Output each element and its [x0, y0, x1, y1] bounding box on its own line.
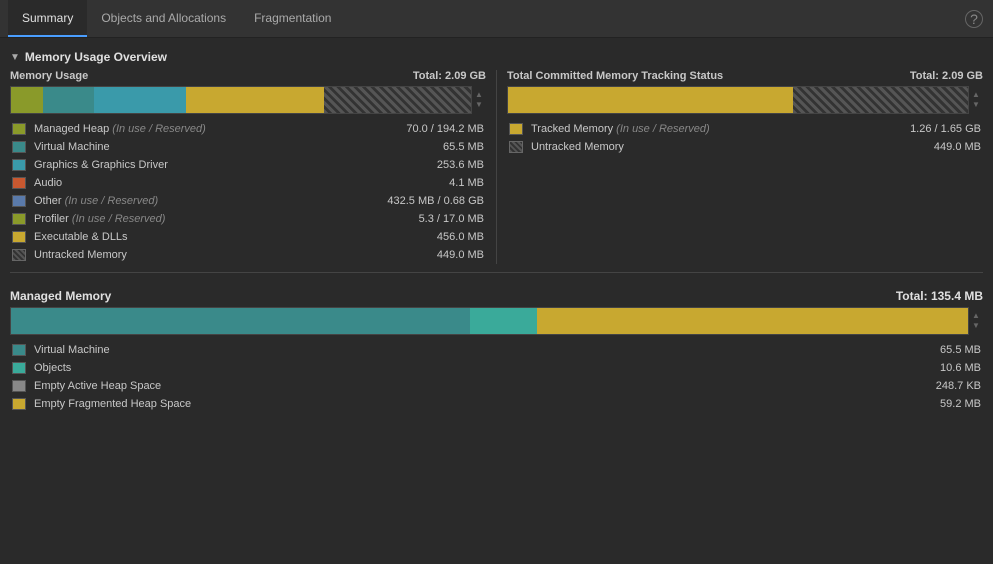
pane-separator — [496, 70, 497, 264]
legend-row-exe: Executable & DLLs 456.0 MB — [10, 228, 486, 246]
committed-bar-row: ▲ ▼ — [507, 86, 983, 114]
scroll-down-arrow[interactable]: ▼ — [475, 101, 483, 109]
committed-bar — [507, 86, 969, 114]
bar-exe — [186, 87, 324, 113]
scroll-col-left: ▲ ▼ — [472, 86, 486, 114]
managed-memory-bar — [10, 307, 969, 335]
color-tracked — [509, 123, 523, 135]
memory-overview-header: ▼ Memory Usage Overview — [10, 50, 983, 64]
memory-usage-bar-row: ▲ ▼ — [10, 86, 486, 114]
managed-memory-title: Managed Memory — [10, 289, 111, 303]
memory-usage-bar-wrapper — [10, 86, 472, 114]
committed-label: Total Committed Memory Tracking Status — [507, 70, 723, 82]
committed-total: Total: 2.09 GB — [910, 70, 983, 82]
overview-panes: Memory Usage Total: 2.09 GB ▲ ▼ — [10, 70, 983, 264]
memory-usage-total: Total: 2.09 GB — [413, 70, 486, 82]
tab-fragmentation[interactable]: Fragmentation — [240, 0, 345, 37]
section-divider — [10, 272, 983, 273]
bar-mm-objects — [470, 308, 537, 334]
managed-memory-section: Managed Memory Total: 135.4 MB ▲ ▼ Virtu… — [10, 289, 983, 413]
scroll-down-managed[interactable]: ▼ — [972, 322, 980, 330]
color-untracked-right — [509, 141, 523, 153]
bar-managed-heap — [11, 87, 43, 113]
legend-row-audio: Audio 4.1 MB — [10, 174, 486, 192]
managed-memory-bar-wrapper — [10, 307, 969, 335]
color-other — [12, 195, 26, 207]
managed-memory-header-row: Managed Memory Total: 135.4 MB — [10, 289, 983, 303]
help-icon[interactable]: ? — [965, 10, 983, 28]
scroll-down-arrow-right[interactable]: ▼ — [972, 101, 980, 109]
color-vm — [12, 141, 26, 153]
legend-row-untracked-left: Untracked Memory 449.0 MB — [10, 246, 486, 264]
managed-memory-legend: Virtual Machine 65.5 MB Objects 10.6 MB … — [10, 341, 983, 413]
color-mm-empty-fragmented — [12, 398, 26, 410]
legend-row-mm-empty-active: Empty Active Heap Space 248.7 KB — [10, 377, 983, 395]
legend-row-graphics: Graphics & Graphics Driver 253.6 MB — [10, 156, 486, 174]
tab-summary[interactable]: Summary — [8, 0, 87, 37]
legend-row-managed-heap: Managed Heap (In use / Reserved) 70.0 / … — [10, 120, 486, 138]
memory-usage-pane: Memory Usage Total: 2.09 GB ▲ ▼ — [10, 70, 486, 264]
scroll-up-arrow-right[interactable]: ▲ — [972, 91, 980, 99]
color-mm-empty-active — [12, 380, 26, 392]
bar-untracked — [324, 87, 471, 113]
tab-bar: Summary Objects and Allocations Fragment… — [0, 0, 993, 38]
tab-objects-allocations[interactable]: Objects and Allocations — [87, 0, 240, 37]
scroll-up-arrow[interactable]: ▲ — [475, 91, 483, 99]
managed-memory-total: Total: 135.4 MB — [896, 289, 983, 303]
legend-row-virtual-machine: Virtual Machine 65.5 MB — [10, 138, 486, 156]
color-untracked-left — [12, 249, 26, 261]
memory-usage-label: Memory Usage — [10, 70, 88, 82]
color-mm-objects — [12, 362, 26, 374]
color-graphics — [12, 159, 26, 171]
bar-mm-vm — [11, 308, 470, 334]
main-content: ▼ Memory Usage Overview Memory Usage Tot… — [0, 38, 993, 564]
memory-usage-legend: Managed Heap (In use / Reserved) 70.0 / … — [10, 120, 486, 264]
scroll-col-managed: ▲ ▼ — [969, 307, 983, 335]
legend-row-mm-vm: Virtual Machine 65.5 MB — [10, 341, 983, 359]
managed-memory-bar-row: ▲ ▼ — [10, 307, 983, 335]
legend-row-mm-objects: Objects 10.6 MB — [10, 359, 983, 377]
scroll-col-right: ▲ ▼ — [969, 86, 983, 114]
legend-row-tracked: Tracked Memory (In use / Reserved) 1.26 … — [507, 120, 983, 138]
committed-legend: Tracked Memory (In use / Reserved) 1.26 … — [507, 120, 983, 156]
color-mm-vm — [12, 344, 26, 356]
collapse-triangle[interactable]: ▼ — [10, 52, 20, 63]
legend-row-untracked-right: Untracked Memory 449.0 MB — [507, 138, 983, 156]
legend-row-mm-empty-fragmented: Empty Fragmented Heap Space 59.2 MB — [10, 395, 983, 413]
committed-memory-pane: Total Committed Memory Tracking Status T… — [507, 70, 983, 264]
committed-bar-wrapper — [507, 86, 969, 114]
memory-usage-title-row: Memory Usage Total: 2.09 GB — [10, 70, 486, 82]
color-audio — [12, 177, 26, 189]
color-managed-heap — [12, 123, 26, 135]
committed-title-row: Total Committed Memory Tracking Status T… — [507, 70, 983, 82]
memory-usage-bar — [10, 86, 472, 114]
bar-vm — [43, 87, 94, 113]
legend-row-profiler: Profiler (In use / Reserved) 5.3 / 17.0 … — [10, 210, 486, 228]
color-profiler — [12, 213, 26, 225]
bar-untracked-right — [793, 87, 968, 113]
bar-mm-fragmented — [537, 308, 968, 334]
bar-graphics — [94, 87, 186, 113]
bar-tracked — [508, 87, 793, 113]
legend-row-other: Other (In use / Reserved) 432.5 MB / 0.6… — [10, 192, 486, 210]
color-exe — [12, 231, 26, 243]
scroll-up-managed[interactable]: ▲ — [972, 312, 980, 320]
